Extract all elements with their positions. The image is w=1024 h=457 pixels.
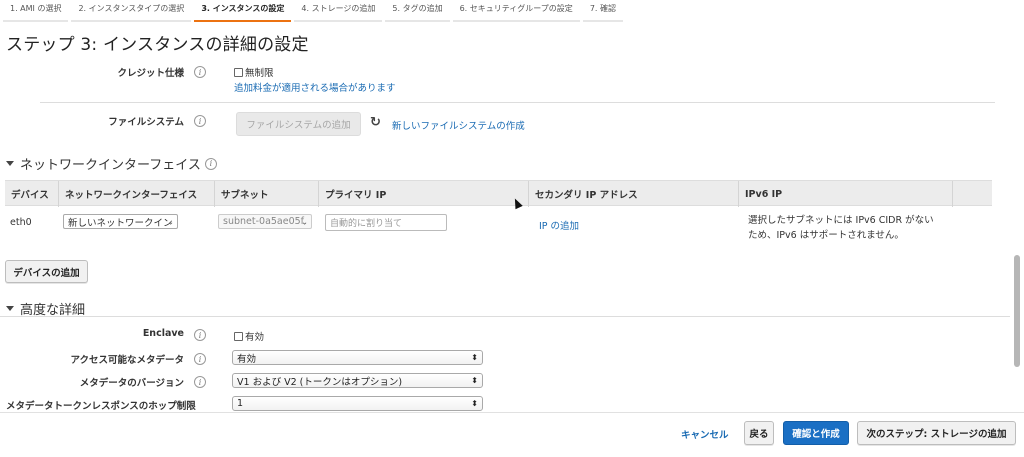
add-device-button[interactable]: デバイスの追加 bbox=[5, 260, 88, 283]
column-header-device: デバイス bbox=[5, 181, 59, 207]
divider bbox=[0, 316, 1010, 317]
metadata-access-label: アクセス可能なメタデータ bbox=[70, 355, 184, 366]
refresh-icon[interactable]: ↻ bbox=[370, 115, 381, 130]
metadata-version-select[interactable]: V1 および V2 (トークンはオプション) ⬍ bbox=[232, 373, 483, 388]
wizard-step-review[interactable]: 7. 確認 bbox=[582, 2, 623, 22]
hop-limit-label: メタデータトークンレスポンスのホップ制限 bbox=[6, 401, 196, 412]
network-interfaces-title: ネットワークインターフェイス bbox=[20, 158, 201, 173]
scrollbar-thumb[interactable] bbox=[1014, 255, 1020, 367]
scrollbar[interactable] bbox=[1014, 60, 1021, 410]
wizard-step-tags[interactable]: 5. タグの追加 bbox=[385, 2, 450, 22]
ipv6-note-line1: 選択したサブネットには IPv6 CIDR がない bbox=[748, 215, 934, 226]
info-icon[interactable]: i bbox=[194, 329, 206, 341]
wizard-steps: 1. AMI の選択 2. インスタンスタイプの選択 3. インスタンスの設定 … bbox=[0, 0, 1024, 22]
credit-additional-charges-note[interactable]: 追加料金が適用される場合があります bbox=[234, 80, 396, 94]
info-icon[interactable]: i bbox=[194, 376, 206, 388]
info-icon[interactable]: i bbox=[194, 66, 206, 78]
add-filesystem-button[interactable]: ファイルシステムの追加 bbox=[236, 112, 361, 136]
metadata-access-select[interactable]: 有効 ⬍ bbox=[232, 350, 483, 365]
primary-ip-input[interactable]: 自動的に割り当て bbox=[325, 214, 447, 231]
device-value: eth0 bbox=[10, 217, 32, 228]
column-header-ipv6: IPv6 IP bbox=[739, 181, 953, 207]
caret-down-icon bbox=[6, 161, 14, 166]
info-icon[interactable]: i bbox=[204, 157, 217, 170]
updown-arrows-icon: ⬍ bbox=[471, 399, 478, 408]
enclave-option[interactable]: 有効 bbox=[234, 329, 264, 343]
info-icon[interactable]: i bbox=[194, 115, 206, 127]
chevron-down-icon: ⌄ bbox=[167, 217, 174, 226]
hop-limit-value: 1 bbox=[237, 398, 244, 409]
back-button[interactable]: 戻る bbox=[744, 421, 774, 445]
metadata-version-value: V1 および V2 (トークンはオプション) bbox=[237, 376, 403, 388]
page-title: ステップ 3: インスタンスの詳細の設定 bbox=[6, 35, 309, 55]
chevron-down-icon: ⌄ bbox=[301, 217, 308, 226]
hop-limit-select[interactable]: 1 ⬍ bbox=[232, 396, 483, 411]
next-storage-button[interactable]: 次のステップ: ストレージの追加 bbox=[857, 421, 1016, 445]
metadata-access-value: 有効 bbox=[237, 353, 257, 365]
caret-down-icon bbox=[6, 306, 14, 311]
subnet-value: subnet-0a5ae05f bbox=[223, 216, 305, 227]
network-interfaces-section-header[interactable]: ネットワークインターフェイス i bbox=[6, 154, 217, 173]
network-interface-select[interactable]: 新しいネットワークイン ⌄ bbox=[63, 214, 178, 229]
create-filesystem-link[interactable]: 新しいファイルシステムの作成 bbox=[392, 118, 525, 132]
credit-unlimited-option[interactable]: 無制限 bbox=[234, 65, 274, 79]
ipv6-note-line2: ため、IPv6 はサポートされません。 bbox=[748, 230, 904, 241]
configure-instance-form: クレジット仕様 i 無制限 追加料金が適用される場合があります ファイルシステム… bbox=[0, 57, 1024, 412]
updown-arrows-icon: ⬍ bbox=[471, 353, 478, 362]
cancel-button[interactable]: キャンセル bbox=[681, 427, 729, 441]
column-header-interface: ネットワークインターフェイス bbox=[59, 181, 215, 207]
wizard-step-instance-type[interactable]: 2. インスタンスタイプの選択 bbox=[71, 2, 192, 22]
review-and-launch-button[interactable]: 確認と作成 bbox=[783, 421, 849, 445]
column-header-subnet: サブネット bbox=[215, 181, 319, 207]
subnet-select[interactable]: subnet-0a5ae05f ⌄ bbox=[218, 214, 312, 229]
enclave-label: Enclave bbox=[142, 328, 184, 339]
wizard-step-configure-instance[interactable]: 3. インスタンスの設定 bbox=[194, 2, 292, 22]
updown-arrows-icon: ⬍ bbox=[471, 376, 478, 385]
wizard-footer: キャンセル 戻る 確認と作成 次のステップ: ストレージの追加 bbox=[0, 412, 1024, 457]
credit-unlimited-label: 無制限 bbox=[245, 68, 274, 79]
column-header-primary-ip: プライマリ IP bbox=[319, 181, 529, 207]
add-ip-link[interactable]: IP の追加 bbox=[539, 218, 579, 232]
column-header-secondary-ip: セカンダリ IP アドレス bbox=[529, 181, 739, 207]
info-icon[interactable]: i bbox=[194, 353, 206, 365]
wizard-step-storage[interactable]: 4. ストレージの追加 bbox=[294, 2, 383, 22]
network-interface-value: 新しいネットワークイン bbox=[68, 217, 173, 229]
credit-unlimited-checkbox[interactable] bbox=[234, 68, 243, 77]
credit-spec-label: クレジット仕様 bbox=[117, 68, 184, 79]
divider bbox=[40, 102, 995, 103]
ipv6-note: 選択したサブネットには IPv6 CIDR がない ため、IPv6 はサポートさ… bbox=[748, 213, 934, 243]
wizard-step-security-group[interactable]: 6. セキュリティグループの設定 bbox=[452, 2, 580, 22]
metadata-version-label: メタデータのバージョン bbox=[79, 378, 184, 389]
enclave-checkbox-label: 有効 bbox=[245, 332, 265, 343]
filesystem-label: ファイルシステム bbox=[108, 117, 184, 128]
enclave-checkbox[interactable] bbox=[234, 332, 243, 341]
network-interfaces-table-header: デバイス ネットワークインターフェイス サブネット プライマリ IP セカンダリ… bbox=[5, 180, 992, 207]
wizard-step-ami[interactable]: 1. AMI の選択 bbox=[3, 2, 69, 22]
